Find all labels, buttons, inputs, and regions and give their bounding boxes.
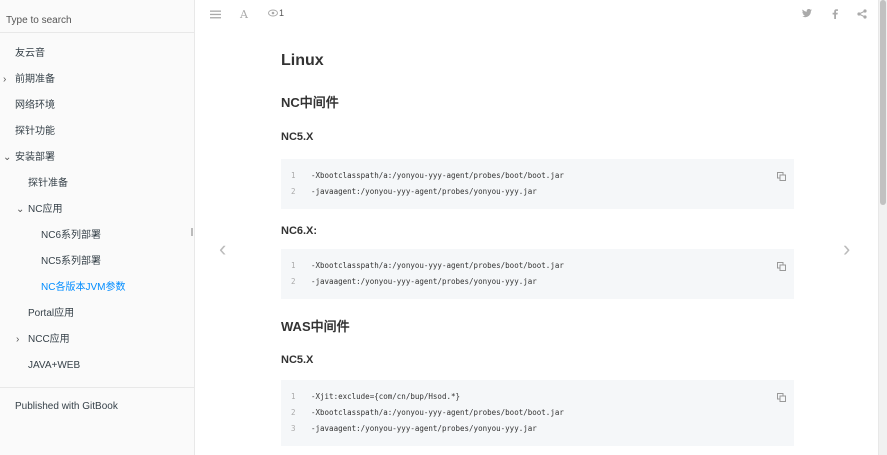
sidebar-item-label: 网络环境	[15, 100, 55, 111]
page-title: Linux	[281, 52, 324, 69]
sidebar-item-portal-app[interactable]: Portal应用	[0, 301, 194, 327]
sidebar-item-label: NC6系列部署	[41, 230, 102, 241]
code-line: 1 -Xbootclasspath/a:/yonyou-yyy-agent/pro…	[291, 261, 564, 270]
sidebar: 友云音 › 前期准备 网络环境 探针功能 ⌄ 安装部署 探针准备 ⌄ NC应用 NC6…	[0, 0, 195, 455]
copy-icon[interactable]	[777, 168, 786, 181]
sidebar-item-nc-app[interactable]: ⌄ NC应用	[0, 197, 194, 223]
sidebar-item-youyunyin[interactable]: 友云音	[0, 41, 194, 67]
sidebar-item-installation[interactable]: ⌄ 安装部署	[0, 145, 194, 171]
view-count: 1	[279, 8, 285, 18]
sidebar-item-nc6-deploy[interactable]: NC6系列部署	[0, 223, 194, 249]
chevron-down-icon[interactable]: ⌄	[16, 197, 24, 223]
sidebar-item-label: 前期准备	[15, 74, 55, 85]
sidebar-item-label: 安装部署	[15, 152, 55, 163]
sidebar-nav: 友云音 › 前期准备 网络环境 探针功能 ⌄ 安装部署 探针准备 ⌄ NC应用 NC6…	[0, 33, 194, 379]
sidebar-item-label: JAVA+WEB	[28, 360, 81, 371]
sidebar-item-probe-prep[interactable]: 探针准备	[0, 171, 194, 197]
next-page-arrow-icon[interactable]: ›	[843, 238, 850, 260]
sidebar-divider	[0, 387, 194, 388]
sidebar-item-label: NC各版本JVM参数	[41, 282, 126, 293]
sidebar-item-ncc-app[interactable]: › NCC应用	[0, 327, 194, 353]
sidebar-item-label: Portal应用	[28, 308, 75, 319]
sidebar-item-java-web[interactable]: JAVA+WEB	[0, 353, 194, 379]
sidebar-item-probe-features[interactable]: 探针功能	[0, 119, 194, 145]
section-heading: NC中间件	[281, 95, 339, 110]
chevron-down-icon[interactable]: ⌄	[3, 145, 11, 171]
code-line: 1 -Xjit:exclude={com/cn/bup/Hsod.*}	[291, 392, 461, 401]
twitter-icon[interactable]	[802, 9, 812, 18]
facebook-icon[interactable]	[832, 9, 838, 19]
sidebar-resize-handle[interactable]	[191, 228, 193, 236]
copy-icon[interactable]	[777, 258, 786, 271]
previous-page-arrow-icon[interactable]: ‹	[219, 238, 226, 260]
chevron-right-icon[interactable]: ›	[16, 327, 19, 353]
code-block: 1 -Xbootclasspath/a:/yonyou-yyy-agent/pro…	[281, 159, 794, 209]
page-content: Linux NC中间件 NC5.X 1 -Xbootclasspath/a:/yo…	[281, 50, 794, 446]
sidebar-item-label: 探针准备	[28, 178, 68, 189]
view-counter: 1	[268, 8, 284, 18]
eye-icon	[268, 9, 278, 17]
chevron-right-icon[interactable]: ›	[3, 67, 6, 93]
sidebar-item-label: NC5系列部署	[41, 256, 102, 267]
copy-icon[interactable]	[777, 389, 786, 402]
search-input[interactable]	[6, 15, 188, 26]
sidebar-item-network[interactable]: 网络环境	[0, 93, 194, 119]
sidebar-item-label: NCC应用	[28, 334, 70, 345]
sidebar-item-nc-jvm-params[interactable]: NC各版本JVM参数	[0, 275, 194, 301]
font-icon[interactable]: A	[240, 8, 248, 21]
sidebar-item-label: 探针功能	[15, 126, 55, 137]
menu-icon[interactable]	[210, 9, 221, 20]
share-icon[interactable]	[857, 9, 867, 19]
sidebar-item-nc5-deploy[interactable]: NC5系列部署	[0, 249, 194, 275]
code-line: 1 -Xbootclasspath/a:/yonyou-yyy-agent/pro…	[291, 171, 564, 180]
sidebar-item-label: 友云音	[15, 48, 45, 59]
scrollbar[interactable]	[878, 0, 887, 455]
subsection-heading: NC6.X:	[281, 225, 318, 237]
subsection-heading: NC5.X	[281, 354, 314, 366]
subsection-heading: NC5.X	[281, 131, 314, 143]
toolbar: A 1	[196, 0, 878, 33]
scrollbar-thumb[interactable]	[880, 0, 886, 205]
code-line: 2 -javaagent:/yonyou-yyy-agent/probes/yon…	[291, 277, 537, 286]
code-line: 2 -javaagent:/yonyou-yyy-agent/probes/yon…	[291, 187, 537, 196]
code-line: 3 -javaagent:/yonyou-yyy-agent/probes/yon…	[291, 424, 537, 433]
code-block: 1 -Xbootclasspath/a:/yonyou-yyy-agent/pro…	[281, 249, 794, 299]
published-with-gitbook-link[interactable]: Published with GitBook	[0, 394, 194, 420]
search-box	[0, 0, 194, 33]
sidebar-item-label: NC应用	[28, 204, 63, 215]
section-heading: WAS中间件	[281, 319, 350, 334]
code-line: 2 -Xbootclasspath/a:/yonyou-yyy-agent/pro…	[291, 408, 564, 417]
sidebar-item-preparation[interactable]: › 前期准备	[0, 67, 194, 93]
code-block: 1 -Xjit:exclude={com/cn/bup/Hsod.*} 2 -Xbo…	[281, 380, 794, 446]
